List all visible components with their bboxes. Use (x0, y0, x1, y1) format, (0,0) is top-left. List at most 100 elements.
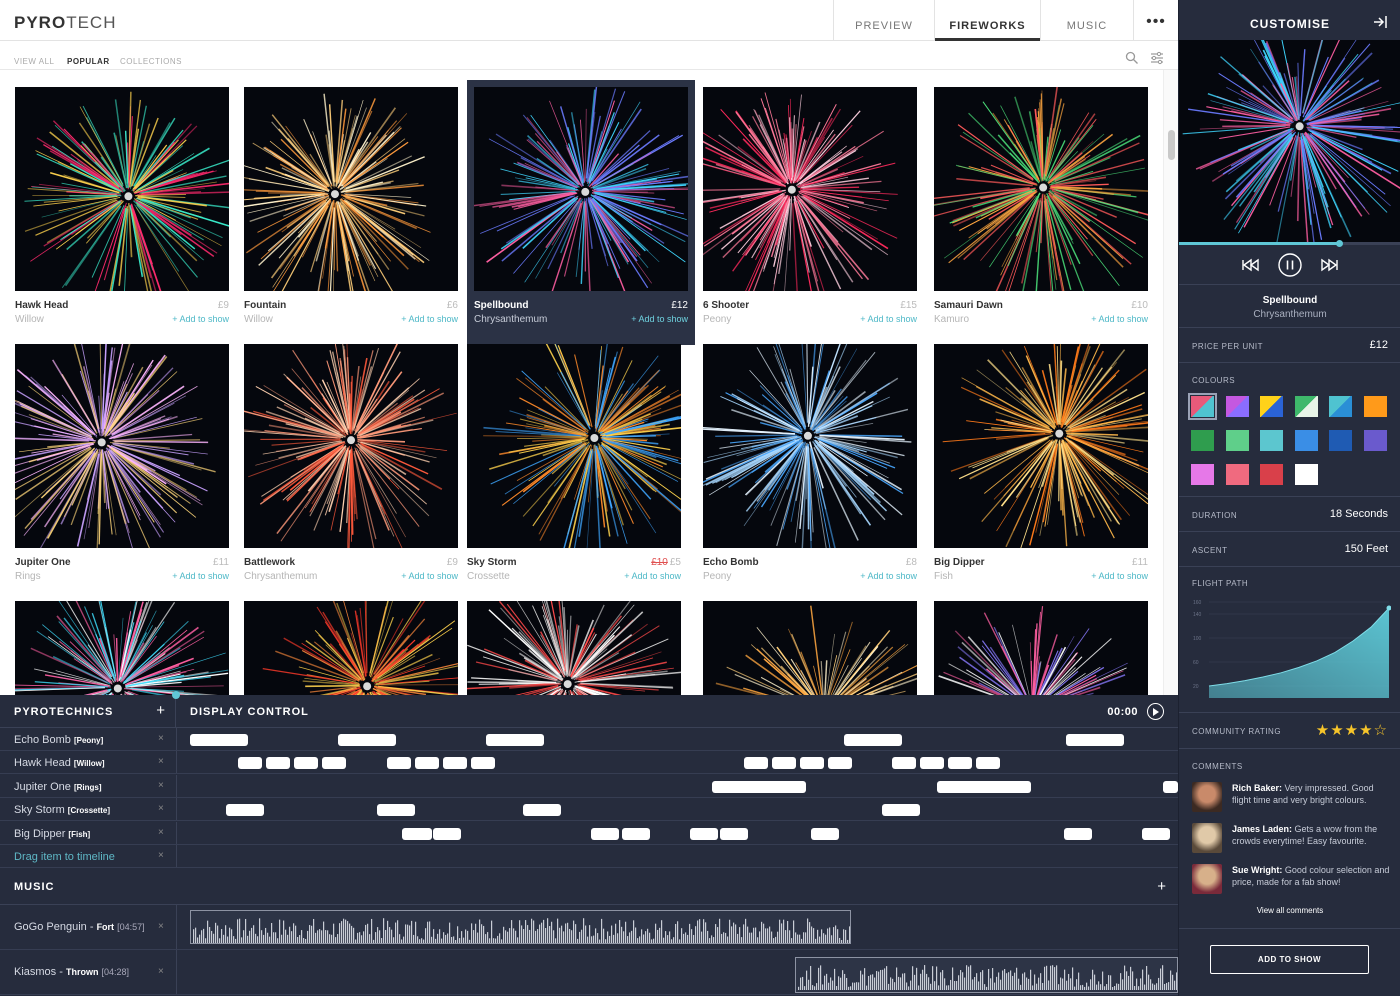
colour-swatch[interactable] (1225, 396, 1249, 417)
firework-card[interactable]: 6 Shooter Peony £15 + Add to show (703, 87, 931, 335)
firework-thumbnail[interactable] (934, 344, 1148, 548)
timeline-block[interactable] (402, 827, 432, 840)
timeline-track[interactable]: Echo Bomb [Peony] × (0, 728, 1178, 751)
firework-thumbnail[interactable] (934, 87, 1148, 291)
firework-card[interactable] (244, 601, 472, 695)
colour-swatch[interactable] (1191, 464, 1214, 485)
star-filled-icon[interactable]: ★ (1316, 722, 1330, 739)
add-to-show-button[interactable]: ADD TO SHOW (1210, 945, 1369, 974)
colour-swatch[interactable] (1294, 430, 1318, 451)
timeline-track[interactable]: Hawk Head [Willow] × (0, 751, 1178, 775)
music-track[interactable]: GoGo Penguin - Fort [04:57] × (0, 905, 1178, 950)
filter-collections[interactable]: COLLECTIONS (120, 57, 182, 66)
timeline-track[interactable]: Sky Storm [Crossette] × (0, 798, 1178, 822)
star-empty-icon[interactable]: ☆ (1374, 722, 1388, 739)
star-rating[interactable]: ★★★★☆ (1316, 721, 1388, 739)
timeline-block[interactable] (486, 734, 544, 746)
firework-card[interactable]: Echo Bomb Peony £8 + Add to show (703, 344, 931, 592)
colour-swatch[interactable] (1260, 464, 1283, 485)
firework-thumbnail[interactable] (15, 601, 229, 695)
timeline-track[interactable]: Jupiter One [Rings] × (0, 774, 1178, 798)
colour-swatch[interactable] (1188, 393, 1217, 420)
timeline-block[interactable] (844, 734, 902, 746)
timeline-block[interactable] (948, 757, 972, 770)
firework-thumbnail[interactable] (467, 344, 681, 548)
add-to-show-link[interactable]: + Add to show (401, 314, 458, 324)
filter-popular[interactable]: POPULAR (67, 57, 110, 66)
timeline-block[interactable] (811, 827, 839, 840)
timeline-block[interactable] (690, 827, 718, 840)
duration-value[interactable]: 18 Seconds (1330, 508, 1388, 520)
timeline-block[interactable] (377, 804, 415, 817)
close-icon[interactable]: × (158, 733, 164, 744)
close-icon[interactable]: × (158, 756, 164, 767)
timeline-block[interactable] (720, 827, 748, 840)
timeline-block[interactable] (226, 804, 264, 817)
timeline-block[interactable] (523, 804, 561, 817)
timeline-block[interactable] (338, 734, 396, 746)
firework-card[interactable]: Hawk Head Willow £9 + Add to show (15, 87, 243, 335)
timeline-block[interactable] (800, 757, 824, 770)
filter-icon[interactable] (1150, 51, 1164, 65)
timeline-block[interactable] (828, 757, 852, 770)
timeline-block[interactable] (433, 827, 461, 840)
colour-swatch[interactable] (1294, 396, 1318, 417)
timeline-block[interactable] (294, 757, 318, 770)
timeline-playhead[interactable] (172, 691, 180, 699)
add-to-show-link[interactable]: + Add to show (1091, 314, 1148, 324)
timeline-block[interactable] (443, 757, 467, 770)
timeline-block[interactable] (1064, 827, 1092, 840)
timeline-block[interactable] (937, 780, 1031, 793)
firework-card[interactable]: Jupiter One Rings £11 + Add to show (15, 344, 243, 592)
add-to-show-link[interactable]: + Add to show (1091, 571, 1148, 581)
close-icon[interactable]: × (158, 966, 164, 977)
pause-icon[interactable] (1278, 253, 1302, 277)
firework-thumbnail[interactable] (703, 87, 917, 291)
close-icon[interactable]: × (158, 850, 164, 861)
close-icon[interactable]: × (158, 827, 164, 838)
timeline-block[interactable] (712, 780, 806, 793)
avatar[interactable] (1192, 864, 1222, 894)
add-to-show-link[interactable]: + Add to show (172, 314, 229, 324)
audio-waveform[interactable] (795, 957, 1178, 993)
add-to-show-link[interactable]: + Add to show (401, 571, 458, 581)
colour-swatch[interactable] (1225, 430, 1249, 451)
close-icon[interactable]: × (158, 780, 164, 791)
firework-thumbnail[interactable] (244, 601, 458, 695)
music-track[interactable]: Kiasmos - Thrown [04:28] × (0, 950, 1178, 995)
firework-thumbnail[interactable] (703, 344, 917, 548)
colour-swatch[interactable] (1260, 430, 1283, 451)
firework-thumbnail[interactable] (934, 601, 1148, 695)
timeline-block[interactable] (238, 757, 262, 770)
ascent-value[interactable]: 150 Feet (1345, 543, 1388, 555)
skip-forward-icon[interactable] (1320, 254, 1340, 276)
timeline-block[interactable] (744, 757, 768, 770)
timeline-block[interactable] (920, 757, 944, 770)
timeline-block[interactable] (976, 757, 1000, 770)
timeline-block[interactable] (882, 804, 920, 817)
add-to-show-link[interactable]: + Add to show (860, 571, 917, 581)
colour-swatch[interactable] (1225, 464, 1249, 485)
firework-card[interactable]: Spellbound Chrysanthemum £12 + Add to show (467, 80, 695, 345)
colour-swatch[interactable] (1363, 396, 1387, 417)
timeline-block[interactable] (1142, 827, 1170, 840)
star-filled-icon[interactable]: ★ (1345, 722, 1359, 739)
colour-swatch[interactable] (1329, 396, 1352, 417)
brand-logo[interactable]: PYROTECH (14, 13, 116, 33)
firework-card[interactable]: Battlework Chrysanthemum £9 + Add to show (244, 344, 472, 592)
colour-swatch[interactable] (1260, 396, 1283, 417)
more-horizontal-icon[interactable]: ••• (1133, 0, 1178, 41)
timeline-block[interactable] (591, 827, 619, 840)
add-to-show-link[interactable]: + Add to show (172, 571, 229, 581)
timeline-block[interactable] (1163, 780, 1178, 793)
firework-thumbnail[interactable] (15, 87, 229, 291)
firework-card[interactable]: Sky Storm Crossette £10 £5 + Add to show (467, 344, 695, 592)
firework-card[interactable] (703, 601, 931, 695)
play-icon[interactable] (1147, 703, 1164, 720)
firework-thumbnail[interactable] (703, 601, 917, 695)
avatar[interactable] (1192, 782, 1222, 812)
timeline-block[interactable] (266, 757, 290, 770)
timeline-block[interactable] (190, 734, 248, 746)
firework-thumbnail[interactable] (244, 87, 458, 291)
skip-back-icon[interactable] (1240, 254, 1260, 276)
